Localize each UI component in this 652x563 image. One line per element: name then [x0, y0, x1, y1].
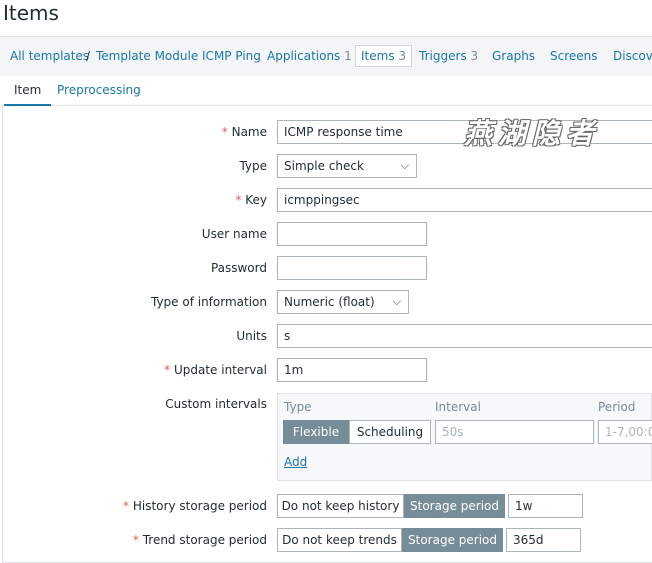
history-storage-period-button[interactable]: Storage period: [404, 494, 505, 518]
nav-applications-label: Applications: [267, 49, 341, 63]
user-name-input[interactable]: [277, 222, 427, 246]
chevron-down-icon: ⌵: [392, 295, 401, 308]
password-input[interactable]: [277, 256, 427, 280]
nav-graphs[interactable]: Graphs: [492, 49, 535, 63]
user-name-label: User name: [201, 227, 267, 241]
watermark: 燕湖隐者: [464, 117, 601, 150]
units-label: Units: [236, 329, 267, 343]
type-label: Type: [239, 159, 267, 173]
nav-triggers-count: 3: [470, 49, 479, 63]
nav-items[interactable]: Items 3: [355, 45, 413, 67]
trend-storage-label: Trend storage period: [133, 533, 267, 547]
breadcrumb: All templates / Template Module ICMP Pin…: [0, 36, 652, 76]
custom-intervals-label: Custom intervals: [165, 397, 267, 411]
type-of-information-label: Type of information: [150, 295, 267, 309]
custom-intervals-interval-header: Interval: [435, 400, 481, 414]
page-title: Items: [3, 1, 59, 25]
scheduling-button[interactable]: Scheduling: [349, 420, 431, 444]
type-of-information-select[interactable]: Numeric (float) ⌵: [277, 290, 409, 314]
history-period-input[interactable]: 1w: [508, 494, 583, 518]
type-of-information-value: Numeric (float): [284, 295, 375, 309]
trend-period-input[interactable]: 365d: [506, 528, 581, 552]
trend-storage-period-button[interactable]: Storage period: [402, 528, 503, 552]
password-label: Password: [210, 261, 267, 275]
type-select[interactable]: Simple check ⌵: [277, 154, 417, 178]
name-label: Name: [222, 125, 267, 139]
form-tabs: Item Preprocessing: [0, 76, 652, 107]
nav-screens[interactable]: Screens: [550, 49, 598, 63]
add-interval-link[interactable]: Add: [284, 455, 307, 469]
nav-triggers-label: Triggers: [419, 49, 467, 63]
breadcrumb-template[interactable]: Template Module ICMP Ping: [96, 49, 261, 63]
custom-period-input[interactable]: 1-7,00:00-24:00: [598, 420, 652, 444]
nav-discovery[interactable]: Discovery: [613, 49, 652, 63]
nav-items-count: 3: [398, 49, 407, 63]
nav-triggers[interactable]: Triggers 3: [419, 49, 478, 63]
custom-intervals-table: Type Interval Period Flexible Scheduling…: [277, 393, 652, 481]
nav-applications[interactable]: Applications 1: [267, 49, 352, 63]
units-input[interactable]: s: [277, 324, 652, 348]
breadcrumb-separator: /: [86, 49, 91, 63]
flexible-button[interactable]: Flexible: [283, 420, 349, 444]
custom-interval-input[interactable]: 50s: [435, 420, 594, 444]
tab-preprocessing[interactable]: Preprocessing: [57, 83, 141, 97]
nav-items-label: Items: [361, 49, 395, 63]
breadcrumb-all-templates[interactable]: All templates: [10, 49, 89, 63]
custom-intervals-type-header: Type: [284, 400, 312, 414]
key-label: Key: [235, 193, 267, 207]
update-interval-label: Update interval: [164, 363, 267, 377]
tab-item[interactable]: Item: [3, 83, 52, 107]
custom-intervals-period-header: Period: [598, 400, 636, 414]
do-not-keep-trends-button[interactable]: Do not keep trends: [277, 528, 402, 552]
chevron-down-icon: ⌵: [400, 159, 409, 172]
update-interval-input[interactable]: 1m: [277, 358, 427, 382]
do-not-keep-history-button[interactable]: Do not keep history: [277, 494, 404, 518]
nav-applications-count: 1: [344, 49, 352, 63]
type-select-value: Simple check: [284, 159, 364, 173]
history-storage-label: History storage period: [123, 499, 267, 513]
key-input[interactable]: icmppingsec: [277, 188, 652, 212]
